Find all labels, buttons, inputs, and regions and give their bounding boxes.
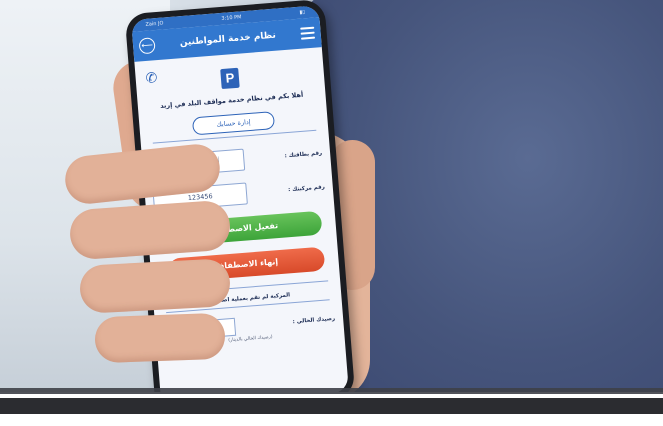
phone-call-icon[interactable]: ✆ <box>145 70 158 87</box>
band-dark-stripe <box>0 398 663 414</box>
finger-little <box>94 312 226 364</box>
vehicle-number-label: رقم مركبتك : <box>287 184 326 194</box>
parking-logo: P <box>220 67 240 90</box>
finger-ring <box>78 258 232 314</box>
status-time: 3:10 PM <box>221 14 242 22</box>
back-circle-icon[interactable]: ⟵ <box>138 37 156 55</box>
manage-account-heading: إدارة حسابك <box>191 111 276 136</box>
card-number-label: رقم بطاقتك : <box>284 150 323 160</box>
battery-icon: ▮▯ <box>299 9 306 16</box>
menu-icon[interactable] <box>300 26 316 40</box>
band-shadow <box>0 388 663 394</box>
balance-label: رصيدك الحالي : <box>292 315 336 326</box>
bottom-band <box>0 388 663 422</box>
photo-background: Zain JO 3:10 PM ▮▯ ⟵ نظام خدمة المواطنين… <box>0 0 663 392</box>
app-title: نظام خدمة المواطنين <box>179 30 277 49</box>
welcome-text: أهلا بكم في نظام خدمة مواقف البلد في إرب… <box>159 90 304 110</box>
status-carrier: Zain JO <box>145 20 164 28</box>
